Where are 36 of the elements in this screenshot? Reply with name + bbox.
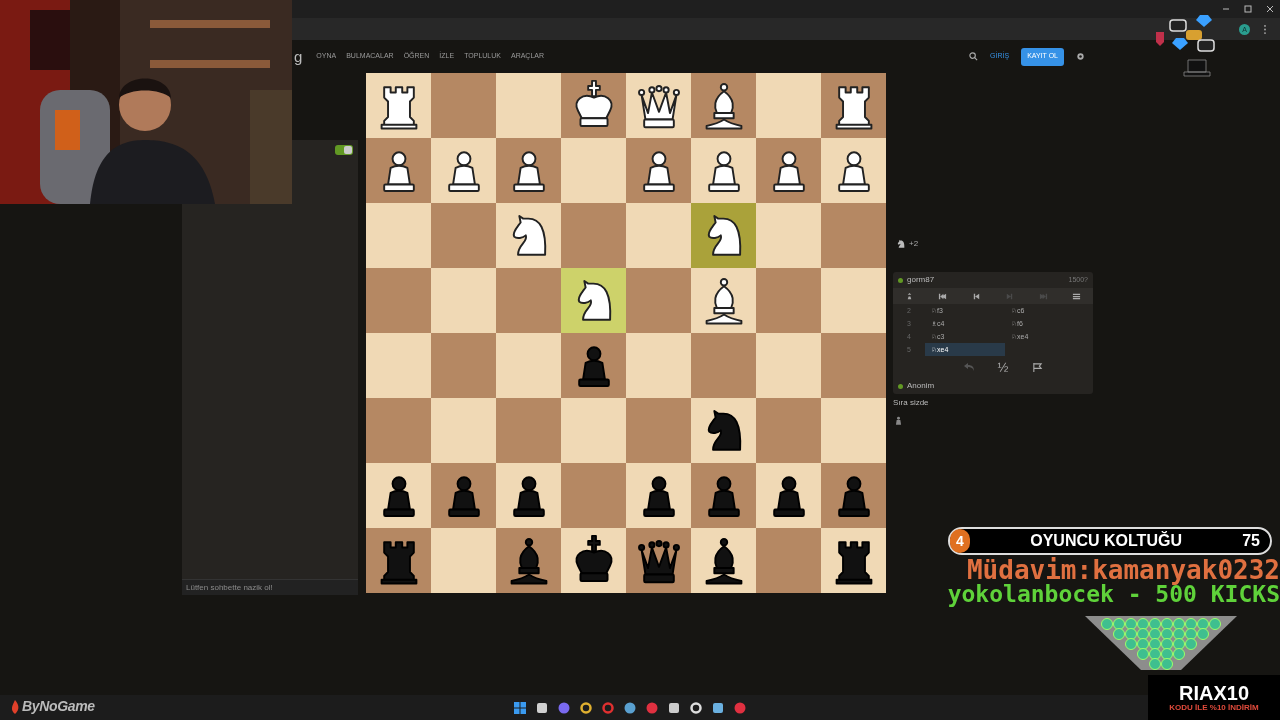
opponent-name[interactable]: gorm87 xyxy=(907,274,935,286)
sponsor-code: RIAX10 xyxy=(1179,682,1249,703)
app-icon[interactable] xyxy=(536,701,548,714)
pawn-icon xyxy=(893,415,904,426)
settings-icon[interactable] xyxy=(1076,52,1085,61)
first-move-icon xyxy=(938,291,948,301)
next-move-icon xyxy=(1005,291,1015,301)
player-name: Anonim xyxy=(907,380,935,392)
start-icon[interactable] xyxy=(514,701,526,714)
goal-count: 75 xyxy=(1242,531,1260,551)
menu-icon xyxy=(1072,291,1082,301)
minimize-icon[interactable] xyxy=(1222,5,1230,13)
search-icon[interactable] xyxy=(969,52,979,61)
material-count: +2 xyxy=(909,238,919,250)
captured-knight-icon xyxy=(895,238,907,250)
chat-toggle[interactable] xyxy=(335,145,353,155)
regular-viewer-text: Müdavim:kamanyak0232 xyxy=(966,557,1280,583)
turn-indicator: Sıra sizde xyxy=(893,397,930,409)
close-icon[interactable] xyxy=(1266,5,1274,13)
flag-icon xyxy=(1031,361,1043,373)
app-icon[interactable] xyxy=(624,701,636,714)
chat-input[interactable]: Lütfen sohbette nazik ol! xyxy=(182,579,358,595)
maximize-icon[interactable] xyxy=(1244,5,1252,13)
app-icon[interactable] xyxy=(668,701,680,714)
streamer-logo-text: ByNoGame xyxy=(22,697,95,716)
goal-rank: 4 xyxy=(950,529,970,553)
undo-arrow-icon xyxy=(963,362,975,372)
app-icon[interactable] xyxy=(712,701,724,714)
last-move-icon xyxy=(1038,291,1048,301)
site-logo-text[interactable]: g xyxy=(294,49,303,64)
sponsor-subtitle: KODU İLE %10 İNDİRİM xyxy=(1169,702,1259,713)
goal-title: OYUNCU KOLTUĞU xyxy=(1030,530,1182,551)
draw-offer-button[interactable]: ½ xyxy=(988,358,1018,376)
app-icon[interactable] xyxy=(580,701,592,714)
flame-icon xyxy=(10,699,20,714)
previous-move-icon xyxy=(971,291,981,301)
